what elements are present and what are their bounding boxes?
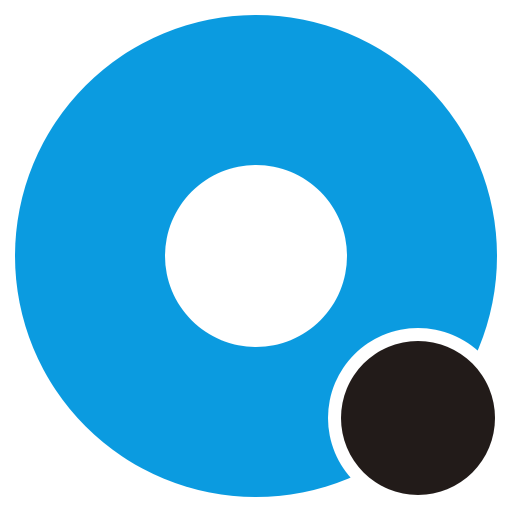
ring-with-dot-logo-icon — [0, 0, 512, 512]
ring-center-hole — [165, 165, 347, 347]
logo-canvas — [0, 0, 512, 512]
dark-dot — [341, 341, 495, 495]
